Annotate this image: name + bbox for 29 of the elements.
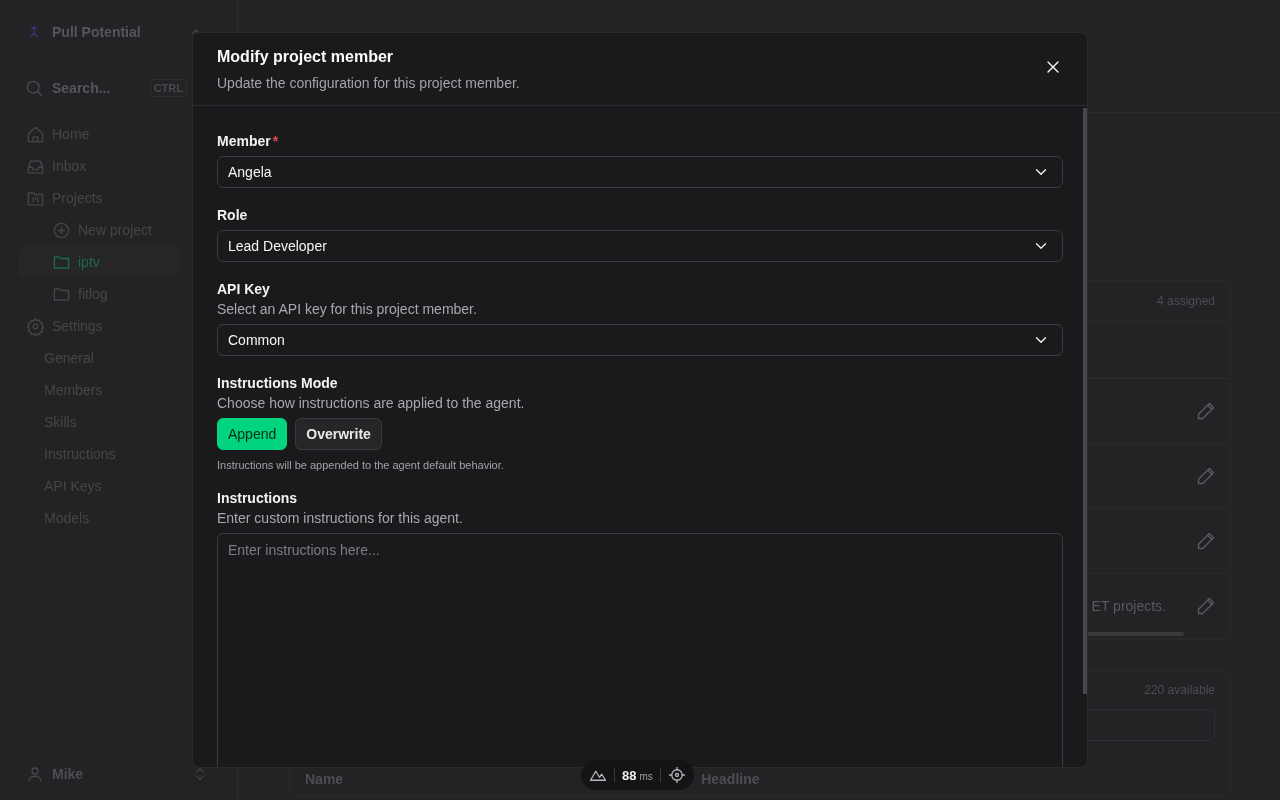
select-field[interactable]: Common (217, 324, 1063, 356)
timing-label: 88 ms (622, 767, 653, 783)
dialog-title: Modify project member (217, 47, 395, 67)
add-icon (52, 220, 71, 240)
field-description: Select an API key for this project member. (217, 300, 478, 318)
field-label: Role (217, 206, 249, 224)
logo-icon (26, 24, 42, 40)
select-field[interactable]: Lead Developer (217, 230, 1063, 262)
user-icon (26, 765, 44, 783)
field-label: Member* (217, 132, 280, 150)
edit-icon[interactable] (1196, 466, 1216, 486)
field-label: Instructions (217, 489, 299, 507)
select-field[interactable]: Angela (217, 156, 1063, 188)
home-icon (26, 124, 45, 144)
helper-text: Instructions will be appended to the agent default behavior. (217, 459, 505, 471)
edit-icon[interactable] (1196, 596, 1216, 616)
edit-icon[interactable] (1196, 401, 1216, 421)
dialog-subtitle: Update the configuration for this project member. (217, 75, 521, 91)
field-description: Enter custom instructions for this agent. (217, 509, 464, 527)
field-description: Choose how instructions are applied to the agent. (217, 394, 526, 412)
mode-button[interactable]: Overwrite (295, 418, 382, 450)
field-label: Instructions Mode (217, 374, 339, 392)
field-label: API Key (217, 280, 271, 298)
crosshair-icon (667, 766, 686, 784)
chevron-up-icon (191, 29, 201, 35)
edit-icon[interactable] (1196, 531, 1216, 551)
search-icon (24, 78, 44, 98)
mode-button[interactable]: Append (217, 418, 288, 450)
settings-icon (26, 316, 45, 336)
